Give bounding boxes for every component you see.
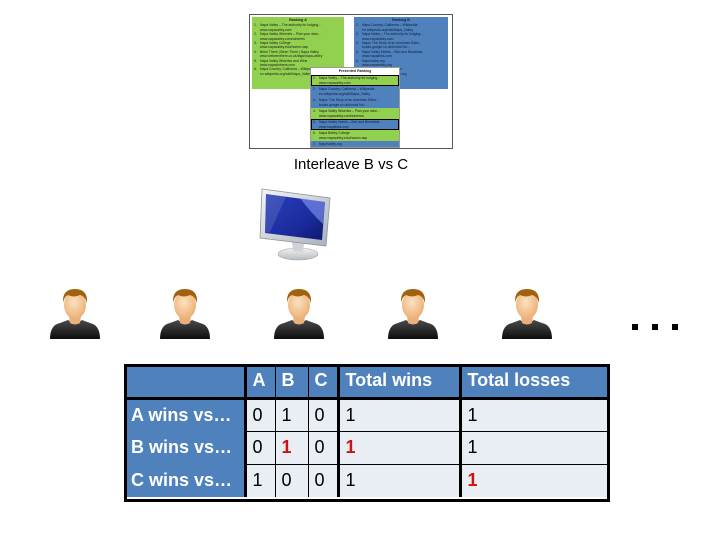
column-header-total-losses: Total losses [458, 365, 608, 400]
result-title-text: Been There | Been There | Napa Valley [260, 49, 319, 54]
result-title-text: Napa: The Story of an American Eden... [319, 98, 379, 103]
ranking-result-item: 1. Napa Valley – The authority for lodgin… [254, 23, 342, 32]
cell-total-wins: 1 [336, 398, 460, 431]
presented-result-item: 4. Napa Valley Wineries – Plan your wine.… [311, 108, 399, 120]
presented-result-item: 6. Napa Balley College www.napavalley.edu/… [311, 130, 399, 142]
results-table: A B C Total wins Total losses A wins vs…… [125, 365, 608, 497]
row-label: A wins vs… [125, 398, 247, 431]
cell-total-losses: 1 [458, 430, 608, 464]
cell-vs-c: 0 [307, 398, 338, 431]
result-title-text: NapaValley.org [319, 142, 342, 147]
ranking-result-item: 2. Napa Valley Wineries – Plan your wine.… [254, 32, 342, 41]
ellipsis-dot [672, 324, 678, 330]
result-title-text: Napa Valley – The authority for lodging.… [319, 76, 381, 81]
cell-vs-c: 0 [307, 430, 338, 464]
presented-ranking-panel: Presented Ranking 1. Napa Valley – The au… [310, 67, 400, 148]
interleave-caption: Interleave B vs C [293, 156, 409, 173]
cell-vs-a: 1 [245, 463, 275, 497]
result-title-text: Napa Country, California – Wikipedia [260, 67, 316, 72]
more-users-ellipsis [630, 324, 680, 330]
presented-result-item: 7.NapaValley.orgwww.napavalley.org [311, 141, 399, 148]
cell-vs-b: 0 [274, 463, 308, 497]
presented-result-item: 1. Napa Valley – The authority for lodgin… [311, 75, 399, 87]
result-url: www.napavalley.org [313, 147, 397, 148]
column-header-empty [125, 365, 247, 400]
cell-vs-a: 0 [245, 430, 275, 464]
result-title-text: Napa Country, California – Wikipedia [319, 87, 375, 92]
result-title-text: Napa Valley Wineries and Wine [260, 58, 308, 63]
presented-result-item: 5. Napa Valley Hotels – Bed and Breakfast… [311, 119, 399, 131]
result-url: www.napavalley.com/wineries [319, 113, 364, 118]
presented-result-item: 2. Napa Country, California – Wikipedia en… [311, 86, 399, 98]
cell-vs-c: 0 [307, 463, 338, 497]
user-avatar-icon [502, 289, 552, 339]
result-title-text: Napa Valley Hotels – Bed and Breakfast..… [319, 120, 383, 125]
result-title-text: Napa Valley College [260, 41, 291, 46]
result-title-text: Napa Valley Wineries – Plan your wine... [260, 32, 321, 37]
result-title-text: Napa Valley – The authority for lodging.… [362, 32, 424, 37]
cell-total-wins: 1 [336, 463, 460, 497]
result-url: www.napavalley.edu/homex.asp [319, 135, 368, 140]
column-header-total-wins: Total wins [336, 365, 460, 400]
user-avatar-icon [160, 289, 210, 339]
cell-vs-b: 1 [274, 398, 308, 431]
row-label: B wins vs… [125, 431, 247, 464]
cell-total-wins: 1 [336, 430, 460, 464]
ranking-a-title: Ranking A [289, 18, 307, 22]
result-title-text: Napa Valley – The authority for lodging.… [260, 23, 322, 28]
result-title-text: Napa: The Story of an American Eden... [362, 41, 422, 46]
table-row: C wins vs… 1 0 0 1 1 [125, 463, 608, 497]
cell-total-losses: 1 [458, 398, 608, 431]
result-title-text: Napa Valley Wineries – Plan your wine... [319, 109, 380, 114]
presented-ranking-title: Presented Ranking [311, 68, 399, 75]
cell-total-losses: 1 [458, 463, 608, 497]
ranking-result-item: 3. Napa Valley College www.napavalley.edu/… [254, 41, 342, 50]
ranking-result-item: 1. Napa Country, California – Wikipedia en… [356, 23, 446, 32]
ranking-b-title: Ranking B [392, 18, 410, 22]
column-header-a: A [245, 365, 275, 400]
ranking-result-item: 2. Napa Valley – The authority for lodgin… [356, 32, 446, 41]
cell-vs-a: 0 [245, 398, 275, 431]
ellipsis-dot [652, 324, 658, 330]
ranking-result-item: 4. Napa Valley Hotels – Bed and Breakfast… [356, 50, 446, 59]
result-title-text: Napa Balley College [319, 131, 350, 136]
ranking-result-item: 3. Napa: The Story of an American Eden...… [356, 41, 446, 50]
table-row: B wins vs… 0 1 0 1 1 [125, 430, 608, 464]
ellipsis-dot [632, 324, 638, 330]
column-header-b: B [274, 365, 308, 400]
presented-result-item: 3. Napa: The Story of an American Eden...… [311, 97, 399, 109]
result-url: en.wikipedia.org/wiki/Napa_Valley [319, 91, 371, 96]
result-url: books.google.co.uk/books?id=... [319, 102, 368, 107]
column-header-c: C [307, 365, 338, 400]
user-avatar-icon [50, 289, 100, 339]
cell-vs-b: 1 [274, 430, 308, 464]
rankings-illustration: Ranking A 1. Napa Valley – The authority … [249, 14, 453, 149]
computer-monitor-icon [259, 188, 331, 261]
result-title-text: Napa Valley Hotels – Bed and Breakfast..… [362, 49, 426, 54]
result-title-text: NapaValley.org [362, 58, 385, 63]
row-label: C wins vs… [125, 464, 247, 497]
ranking-result-item: 4. Been There | Been There | Napa Valley w… [254, 50, 342, 59]
result-title-text: Napa Country, California – Wikipedia [362, 23, 418, 28]
result-url: www.napavalley.com [319, 80, 351, 85]
user-avatar-icon [274, 289, 324, 339]
presented-ranking-list: 1. Napa Valley – The authority for lodgin… [311, 75, 399, 148]
user-avatar-icon [388, 289, 438, 339]
result-url: www.napalinks.com [319, 124, 349, 129]
table-row: A wins vs… 0 1 0 1 1 [125, 398, 608, 431]
table-header-row: A B C Total wins Total losses [125, 365, 608, 400]
